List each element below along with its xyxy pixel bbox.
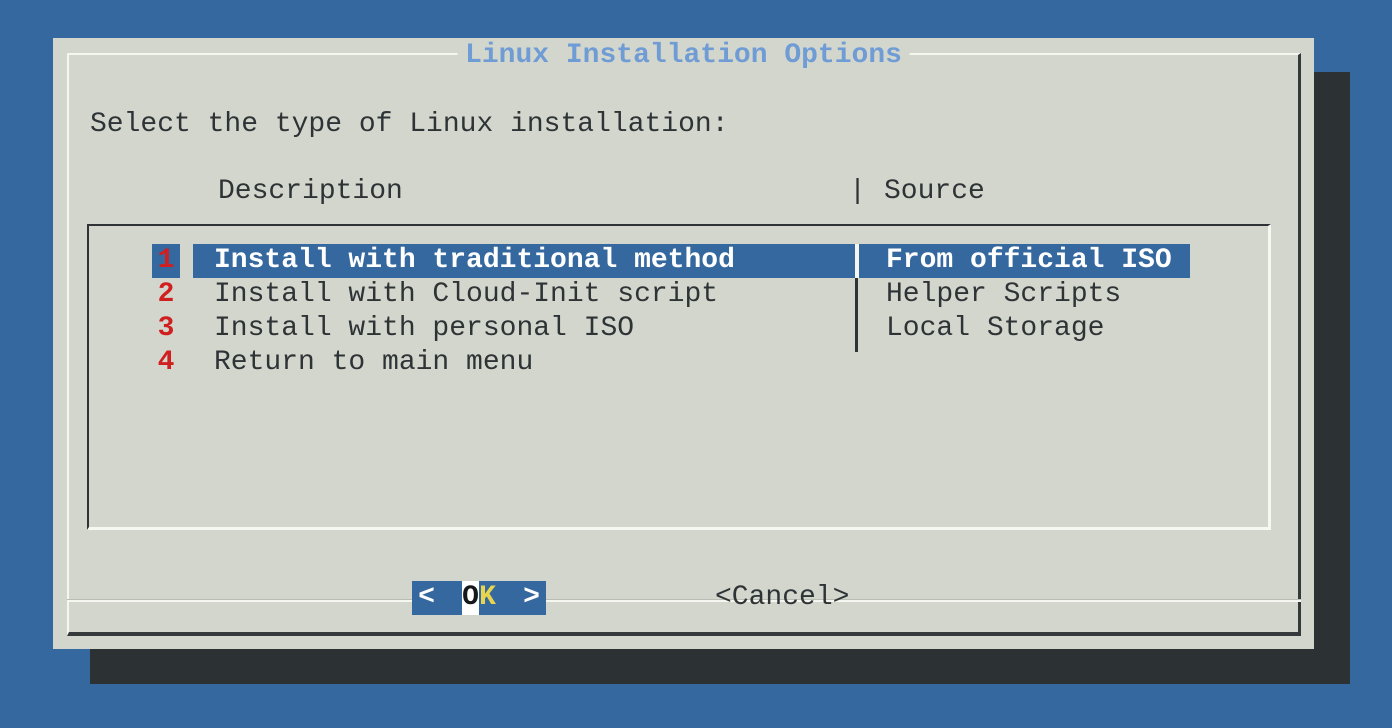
- cancel-button[interactable]: <Cancel>: [715, 581, 855, 615]
- menu-item-tag: 4: [152, 346, 180, 380]
- menu-item-traditional[interactable]: 1 Install with traditional method From o…: [89, 244, 1268, 278]
- ok-right-bracket: >: [523, 581, 540, 615]
- source-column-header: Source: [884, 175, 985, 209]
- installation-options-dialog: Linux Installation Options Select the ty…: [53, 38, 1314, 649]
- dialog-buttons: < O K > <Cancel>: [53, 581, 1314, 615]
- menu-item-cloud-init[interactable]: 2 Install with Cloud-Init script Helper …: [89, 278, 1268, 312]
- terminal-screen: Linux Installation Options Select the ty…: [0, 0, 1392, 728]
- ok-hotkey-char: K: [479, 581, 496, 615]
- ok-left-bracket: <: [418, 581, 435, 615]
- menu-item-return-main-menu[interactable]: 4 Return to main menu: [89, 346, 1268, 380]
- menu-item-personal-iso[interactable]: 3 Install with personal ISO Local Storag…: [89, 312, 1268, 346]
- menu-listbox: 1 Install with traditional method From o…: [87, 224, 1271, 530]
- selection-highlight-bar: Install with traditional method From off…: [193, 244, 1190, 278]
- column-separator-glyph: |: [849, 175, 866, 209]
- column-separator-line: [855, 278, 858, 352]
- dialog-title: Linux Installation Options: [457, 41, 910, 71]
- ok-cursor-char: O: [462, 581, 479, 615]
- menu-item-description: Install with traditional method: [214, 244, 735, 278]
- menu-item-source: Local Storage: [886, 312, 1104, 346]
- column-headers: Description | Source: [53, 175, 1314, 209]
- menu-item-source: Helper Scripts: [886, 278, 1121, 312]
- menu-item-source: From official ISO: [886, 244, 1172, 278]
- menu-item-description: Install with personal ISO: [214, 312, 634, 346]
- prompt-text: Select the type of Linux installation:: [90, 108, 729, 142]
- ok-button[interactable]: < O K >: [412, 581, 546, 615]
- menu-item-description: Return to main menu: [214, 346, 533, 380]
- menu-item-tag: 2: [152, 278, 180, 312]
- menu-item-tag: 3: [152, 312, 180, 346]
- menu-item-description: Install with Cloud-Init script: [214, 278, 718, 312]
- column-separator-segment: [855, 244, 859, 278]
- description-column-header: Description: [218, 175, 403, 209]
- menu-item-tag: 1: [152, 244, 180, 278]
